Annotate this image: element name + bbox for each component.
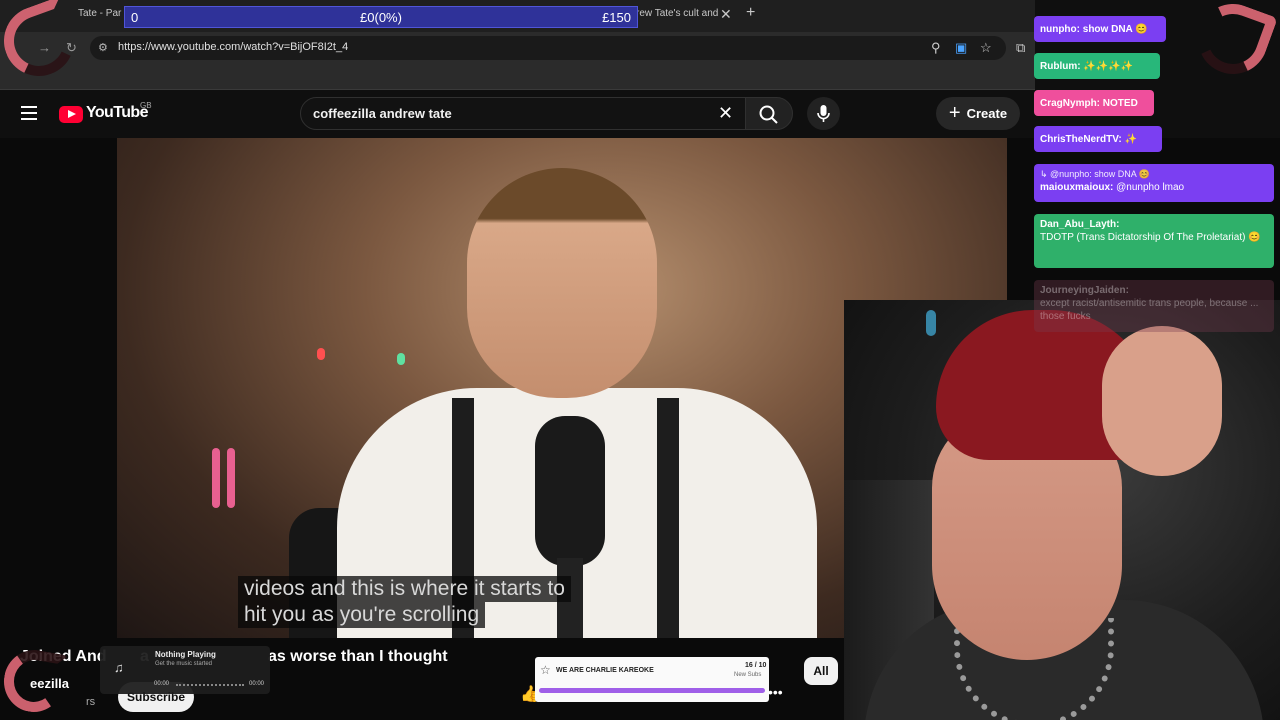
video-title-right: as worse than I thought — [268, 648, 448, 665]
background-light — [397, 353, 405, 365]
chat-user: Dan_Abu_Layth: — [1040, 219, 1120, 230]
sub-goal-widget — [535, 657, 769, 702]
chat-text: NOTED — [1102, 98, 1138, 109]
chat-reply-context: ↳ @nunpho: show DNA 😊 — [1040, 169, 1150, 179]
chat-user: maiouxmaioux: — [1040, 182, 1114, 193]
podcast-microphone-shape — [535, 416, 605, 566]
url-text[interactable]: https://www.youtube.com/watch?v=BijOF8I2… — [118, 41, 348, 53]
chat-text: ✨✨✨✨ — [1083, 61, 1134, 72]
chat-message: ChrisTheNerdTV: ✨ — [1034, 126, 1162, 152]
background-light — [317, 348, 325, 360]
chat-text: except racist/antisemitic trans people, … — [1040, 298, 1259, 322]
sub-goal-progress-bar — [539, 688, 765, 693]
new-tab-icon[interactable]: + — [746, 4, 755, 22]
filter-chip-all[interactable]: All — [804, 657, 838, 685]
chat-text: show DNA 😊 — [1082, 24, 1148, 35]
sub-goal-progress-fill — [539, 688, 765, 693]
create-button[interactable]: + Create — [936, 97, 1020, 130]
youtube-wordmark[interactable]: YouTube — [86, 104, 148, 122]
chat-message: CragNymph: NOTED — [1034, 90, 1154, 116]
cast-icon[interactable]: ▣ — [955, 40, 967, 56]
music-time-end: 00:00 — [249, 681, 265, 687]
youtube-logo-icon[interactable] — [59, 106, 83, 123]
extensions-icon[interactable]: ⧉ — [1016, 40, 1025, 56]
donation-goal-bar: 0 £0(0%) £150 — [124, 6, 638, 28]
chat-user: Rublum: — [1040, 61, 1081, 72]
background-light — [212, 448, 220, 508]
tab-close-icon[interactable]: ✕ — [720, 6, 732, 23]
microphone-icon — [817, 105, 830, 122]
hamburger-menu-icon[interactable] — [21, 106, 37, 120]
sub-goal-label: New Subs — [734, 672, 762, 678]
music-subtitle: Get the music started — [155, 661, 213, 667]
browser-tab-left[interactable]: Tate - Par — [78, 8, 121, 19]
chat-user: nunpho: — [1040, 24, 1080, 35]
zoom-icon[interactable]: ⚲ — [931, 40, 941, 56]
music-progress-track — [176, 684, 244, 686]
bookmark-bar — [0, 62, 1035, 90]
music-time-start: 00:00 — [154, 681, 170, 687]
lamp-shape — [926, 310, 936, 336]
donation-goal: £150 — [602, 9, 631, 25]
more-actions-icon[interactable]: ••• — [768, 684, 783, 700]
claw-decoration-icon — [1188, 0, 1278, 84]
donation-current: 0 — [131, 9, 139, 25]
search-icon — [759, 105, 778, 124]
chat-text: ✨ — [1124, 134, 1137, 145]
chat-message: Rublum: ✨✨✨✨ — [1034, 53, 1160, 79]
suspender-shape — [657, 398, 679, 638]
chat-message: Dan_Abu_Layth: TDOTP (Trans Dictatorship… — [1034, 214, 1274, 268]
chat-user: ChrisTheNerdTV: — [1040, 134, 1122, 145]
caption-line-1: videos and this is where it starts to — [238, 576, 571, 602]
music-note-icon: ♫ — [114, 660, 124, 675]
star-icon: ☆ — [540, 663, 551, 677]
chat-text: @nunpho lmao — [1116, 182, 1185, 193]
background-light — [227, 448, 235, 508]
create-label: Create — [966, 106, 1008, 121]
caption-line-2: hit you as you're scrolling — [238, 602, 486, 628]
donation-progress: £0(0%) — [360, 9, 402, 25]
search-button[interactable] — [745, 97, 793, 130]
chat-message: nunpho: show DNA 😊 — [1034, 16, 1166, 42]
subscriber-count: rs — [86, 696, 96, 708]
clear-search-icon[interactable]: ✕ — [718, 103, 733, 124]
chat-message: ↳ @nunpho: show DNA 😊 maiouxmaioux: @nun… — [1034, 164, 1274, 202]
sub-goal-count: 16 / 10 — [745, 662, 767, 669]
chat-user: JourneyingJaiden: — [1040, 285, 1129, 296]
music-title: Nothing Playing — [155, 650, 216, 659]
sub-goal-title: WE ARE CHARLIE KAREOKE — [556, 667, 654, 674]
plus-icon: + — [948, 102, 961, 124]
person-head-shape — [467, 168, 657, 398]
site-info-icon[interactable]: ⚙ — [98, 41, 108, 54]
bookmark-star-icon[interactable]: ☆ — [980, 40, 992, 56]
voice-search-button[interactable] — [807, 97, 840, 130]
chat-message: JourneyingJaiden: except racist/antisemi… — [1034, 280, 1274, 332]
webcam-feed — [844, 300, 1280, 720]
chat-user: CragNymph: — [1040, 98, 1101, 109]
search-query[interactable]: coffeezilla andrew tate — [313, 106, 452, 121]
region-code: GB — [140, 101, 152, 110]
streamer-hand-shape — [1102, 326, 1222, 476]
chat-text: TDOTP (Trans Dictatorship Of The Proleta… — [1040, 232, 1261, 243]
